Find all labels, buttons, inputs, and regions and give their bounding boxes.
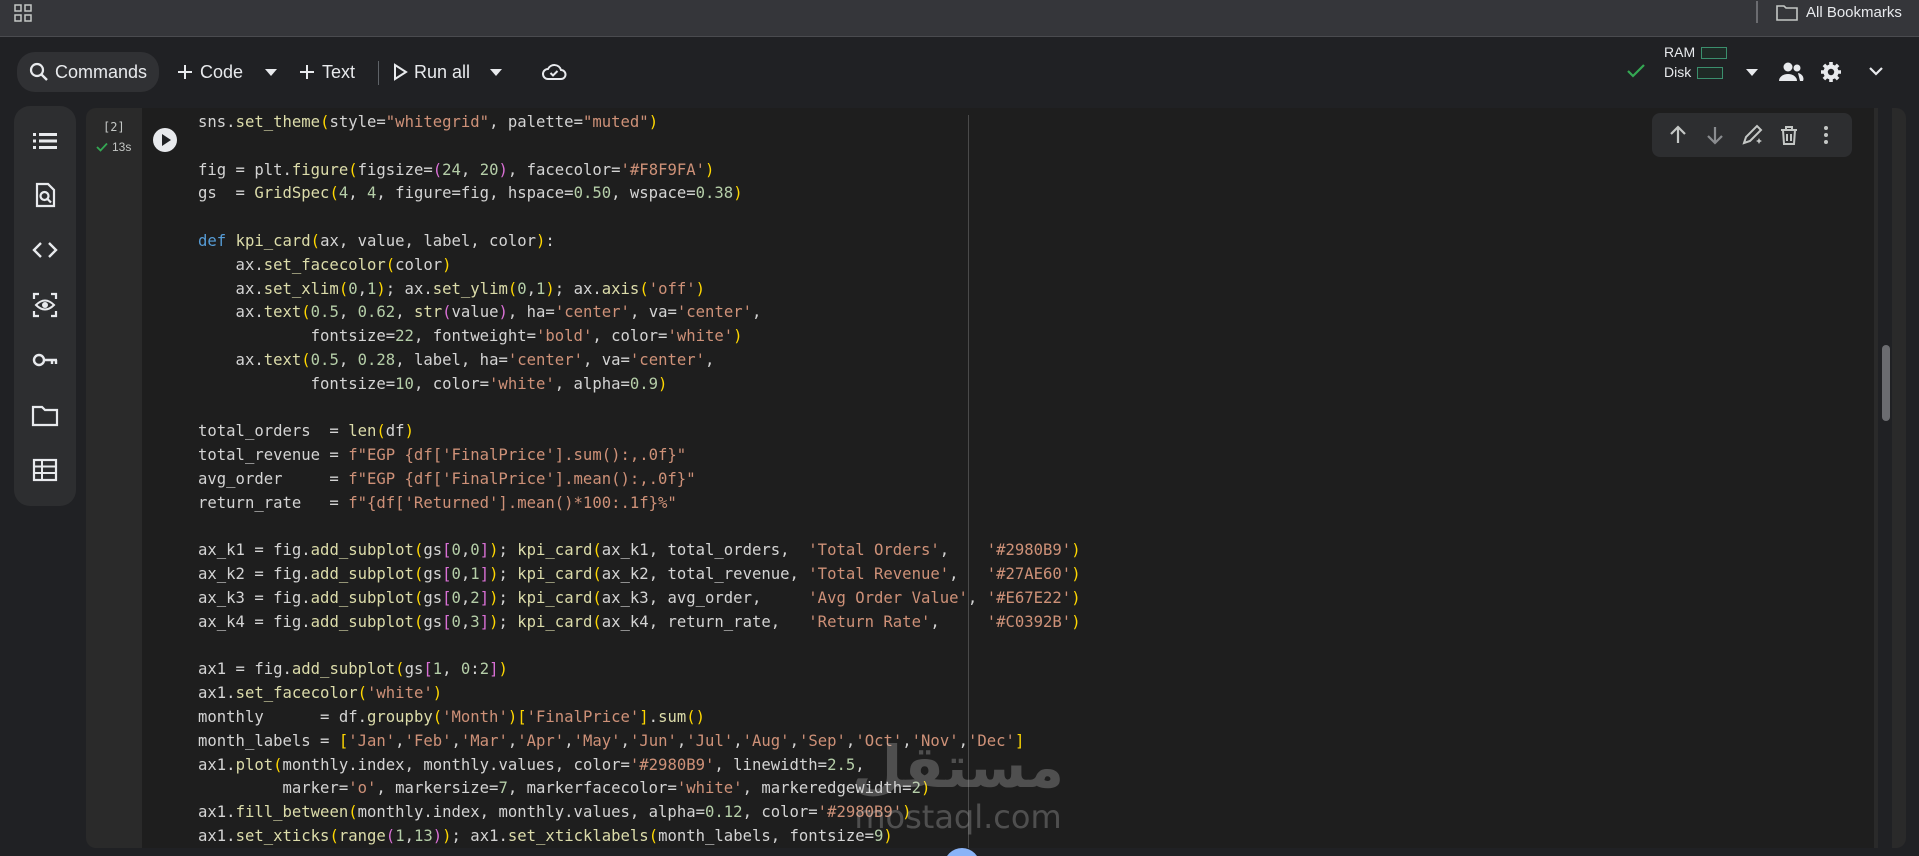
scrollbar-track[interactable] <box>1878 108 1892 848</box>
code-line[interactable] <box>198 135 1081 159</box>
code-line[interactable]: fontsize=10, color='white', alpha=0.9) <box>198 373 1081 397</box>
execution-count: [2] <box>103 120 125 134</box>
code-line[interactable]: ax_k4 = fig.add_subplot(gs[0,3]); kpi_ca… <box>198 611 1081 635</box>
runtime-dropdown-button[interactable] <box>1746 55 1758 89</box>
code-line[interactable]: gs = GridSpec(4, 4, figure=fig, hspace=0… <box>198 182 1081 206</box>
play-icon <box>162 134 171 146</box>
chevron-down-icon <box>1746 68 1758 76</box>
variables-icon[interactable] <box>31 291 59 319</box>
code-line[interactable]: ax.set_xlim(0,1); ax.set_ylim(0,1); ax.a… <box>198 278 1081 302</box>
left-sidebar <box>14 106 76 506</box>
check-icon <box>96 142 108 152</box>
code-line[interactable]: monthly = df.groupby('Month')['FinalPric… <box>198 706 1081 730</box>
code-line[interactable]: total_orders = len(df) <box>198 420 1081 444</box>
run-all-label: Run all <box>414 61 471 82</box>
plus-icon <box>178 65 192 79</box>
code-line[interactable] <box>198 206 1081 230</box>
code-line[interactable]: fig = plt.figure(figsize=(24, 20), facec… <box>198 159 1081 183</box>
move-down-icon[interactable] <box>1703 123 1727 147</box>
play-icon <box>394 63 408 81</box>
code-line[interactable] <box>198 635 1081 659</box>
move-up-icon[interactable] <box>1666 123 1690 147</box>
floating-action-dot[interactable] <box>944 848 980 856</box>
edit-pen-icon[interactable] <box>1740 123 1764 147</box>
search-icon <box>29 62 48 81</box>
chevron-down-icon <box>490 68 502 76</box>
chevron-down-icon[interactable] <box>1868 65 1884 77</box>
all-bookmarks-label: All Bookmarks <box>1806 3 1902 21</box>
share-people-icon[interactable] <box>1778 61 1804 83</box>
cell-toolbar <box>1652 113 1852 157</box>
run-cell-button[interactable] <box>153 128 177 152</box>
text-label: Text <box>322 61 356 82</box>
code-line[interactable]: fontsize=22, fontweight='bold', color='w… <box>198 325 1081 349</box>
watermark-arabic: مستقل <box>851 733 1066 801</box>
execution-status: 13s <box>96 140 131 154</box>
code-line[interactable]: ax1.set_facecolor('white') <box>198 682 1081 706</box>
folder-icon <box>1776 5 1798 21</box>
watermark-domain: mostaql.com <box>854 798 1062 836</box>
apps-grid-icon[interactable] <box>14 4 32 22</box>
disk-label: Disk <box>1664 64 1692 80</box>
resource-monitor[interactable]: RAM Disk <box>1664 42 1728 82</box>
code-line[interactable]: ax_k1 = fig.add_subplot(gs[0,0]); kpi_ca… <box>198 539 1081 563</box>
bookmarks-bar: All Bookmarks <box>0 0 1919 37</box>
code-line[interactable]: ax.text(0.5, 0.62, str(value), ha='cente… <box>198 301 1081 325</box>
code-line[interactable]: ax.text(0.5, 0.28, label, ha='center', v… <box>198 349 1081 373</box>
code-line[interactable]: total_revenue = f"EGP {df['FinalPrice'].… <box>198 444 1081 468</box>
code-line[interactable]: return_rate = f"{df['Returned'].mean()*1… <box>198 492 1081 516</box>
code-line[interactable] <box>198 397 1081 421</box>
commands-button[interactable]: Commands <box>17 52 160 92</box>
commands-label: Commands <box>55 61 148 82</box>
code-line[interactable]: ax_k2 = fig.add_subplot(gs[0,1]); kpi_ca… <box>198 563 1081 587</box>
code-label: Code <box>200 61 244 82</box>
code-snippets-icon[interactable] <box>31 236 59 264</box>
watermark: مستقل mostaql.com <box>838 735 1078 845</box>
add-text-button[interactable]: Text <box>298 55 355 89</box>
code-line[interactable]: sns.set_theme(style="whitegrid", palette… <box>198 111 1081 135</box>
toolbar-divider <box>378 61 379 85</box>
code-line[interactable]: avg_order = f"EGP {df['FinalPrice'].mean… <box>198 468 1081 492</box>
code-dropdown-button[interactable] <box>265 55 277 89</box>
run-all-button[interactable]: Run all <box>392 55 470 89</box>
gear-icon[interactable] <box>1820 61 1842 83</box>
all-bookmarks-button[interactable]: All Bookmarks <box>1776 0 1902 24</box>
table-of-contents-icon[interactable] <box>31 127 59 155</box>
bookmarks-divider <box>1756 1 1758 23</box>
code-line[interactable]: ax1 = fig.add_subplot(gs[1, 0:2]) <box>198 658 1081 682</box>
run-all-dropdown-button[interactable] <box>490 55 502 89</box>
more-vert-icon[interactable] <box>1814 123 1838 147</box>
delete-trash-icon[interactable] <box>1777 123 1801 147</box>
find-replace-icon[interactable] <box>31 181 59 209</box>
cloud-check-icon <box>542 64 567 80</box>
files-folder-icon[interactable] <box>31 401 59 429</box>
add-code-button[interactable]: Code <box>176 55 243 89</box>
code-line[interactable]: ax_k3 = fig.add_subplot(gs[0,2]); kpi_ca… <box>198 587 1081 611</box>
notebook-toolbar: Commands Code Text Run all RAM Disk <box>0 37 1919 99</box>
ram-label: RAM <box>1664 44 1696 60</box>
drive-save-button[interactable] <box>541 55 567 89</box>
plus-icon <box>300 65 314 79</box>
execution-time: 13s <box>112 140 132 154</box>
scrollbar-thumb[interactable] <box>1882 345 1890 421</box>
connected-check-icon <box>1627 64 1645 78</box>
disk-meter <box>1697 67 1724 80</box>
code-line[interactable]: def kpi_card(ax, value, label, color): <box>198 230 1081 254</box>
data-table-icon[interactable] <box>31 456 59 484</box>
secrets-key-icon[interactable] <box>31 346 59 374</box>
code-line[interactable] <box>198 516 1081 540</box>
ram-meter <box>1701 47 1728 60</box>
chevron-down-icon <box>265 68 277 76</box>
code-line[interactable]: ax.set_facecolor(color) <box>198 254 1081 278</box>
